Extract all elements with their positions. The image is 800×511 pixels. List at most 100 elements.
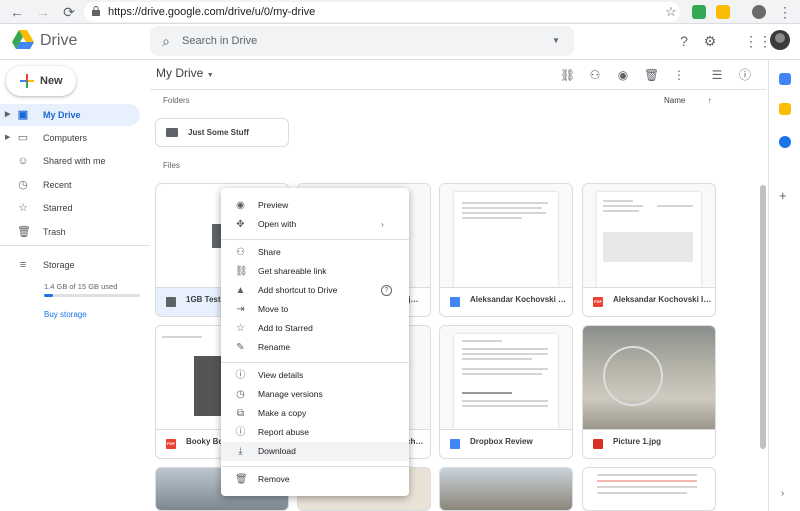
eye-icon: ◉ (236, 200, 245, 211)
divider (0, 245, 150, 246)
file-card[interactable]: Dropbox Review (439, 325, 573, 459)
keep-icon[interactable] (779, 103, 791, 115)
bookmark-star-icon[interactable]: ☆ (662, 3, 680, 21)
expand-arrow-icon[interactable]: ▶ (5, 104, 10, 126)
side-panel: + › (768, 60, 800, 511)
file-card[interactable] (439, 467, 573, 511)
menu-divider (221, 362, 409, 363)
sidebar-item-label: Shared with me (43, 156, 106, 166)
new-button-label: New (40, 75, 63, 87)
buy-storage-link[interactable]: Buy storage (44, 310, 87, 319)
sidebar-item-shared[interactable]: ☺ Shared with me (0, 150, 140, 172)
menu-item-open-with[interactable]: ✥ Open with › (221, 215, 409, 234)
menu-item-add-starred[interactable]: ☆ Add to Starred (221, 319, 409, 338)
file-thumbnail (583, 184, 715, 288)
menu-item-move-to[interactable]: ⇥ Move to (221, 300, 409, 319)
browser-menu-icon[interactable]: ⋮ (776, 3, 794, 21)
page-title-text: My Drive (156, 66, 204, 80)
avatar[interactable] (770, 30, 790, 50)
tasks-icon[interactable] (779, 136, 791, 148)
search-icon[interactable]: ⌕ (158, 33, 174, 49)
sort-by-name[interactable]: Name ↑ (664, 96, 712, 105)
sidebar-item-label: Starred (43, 203, 73, 213)
search-input[interactable]: Search in Drive (182, 26, 542, 56)
apps-grid-icon[interactable]: ⋮⋮ (744, 33, 772, 49)
file-card[interactable] (582, 467, 716, 511)
gear-icon[interactable]: ⚙ (702, 33, 718, 49)
sidebar-item-recent[interactable]: ◷ Recent (0, 174, 140, 196)
doc-preview (454, 192, 558, 287)
link-icon[interactable]: ⛓ (560, 68, 575, 82)
folder-name: Just Some Stuff (188, 128, 249, 137)
main-toolbar: My Drive ▼ ⛓ ⚇ ◉ 🗑 ⋮ ☰ ⓘ (150, 60, 766, 90)
file-card[interactable]: Aleksandar Kochovski Bio (439, 183, 573, 317)
page-title[interactable]: My Drive ▼ (156, 66, 214, 80)
sidebar-item-trash[interactable]: 🗑 Trash (0, 221, 140, 243)
eye-icon[interactable]: ◉ (616, 68, 630, 82)
chevron-right-icon[interactable]: › (781, 488, 784, 499)
menu-item-rename[interactable]: ✎ Rename (221, 338, 409, 357)
sidebar-item-starred[interactable]: ☆ Starred (0, 197, 140, 219)
sidebar-item-my-drive[interactable]: ▶ ▣ My Drive (0, 104, 140, 126)
report-icon: ⓘ (235, 427, 246, 438)
calendar-icon[interactable] (779, 73, 791, 85)
storage-icon: ≡ (19, 259, 27, 271)
menu-item-label: View details (258, 370, 304, 380)
info-icon[interactable]: ⓘ (738, 68, 752, 82)
forward-icon[interactable]: → (34, 3, 52, 21)
scrollbar[interactable] (760, 185, 766, 449)
move-arrows-icon: ✥ (236, 219, 245, 230)
storage-section[interactable]: ≡ Storage (0, 254, 140, 276)
menu-item-download[interactable]: ⤓ Download (221, 442, 409, 461)
new-button[interactable]: New (6, 66, 76, 96)
help-icon[interactable]: ? (676, 33, 692, 49)
menu-item-add-shortcut[interactable]: ▲ Add shortcut to Drive ? (221, 281, 409, 300)
storage-usage-text: 1.4 GB of 15 GB used (44, 282, 118, 291)
reload-icon[interactable]: ⟳ (60, 3, 78, 21)
back-icon[interactable]: ← (8, 3, 26, 21)
search-options-icon[interactable]: ▼ (548, 33, 564, 49)
extension-icon[interactable] (692, 5, 706, 19)
menu-item-get-link[interactable]: ⛓ Get shareable link (221, 262, 409, 281)
menu-item-manage-versions[interactable]: ◷ Manage versions (221, 385, 409, 404)
expand-arrow-icon[interactable]: ▶ (5, 127, 10, 149)
menu-item-view-details[interactable]: ⓘ View details (221, 366, 409, 385)
pencil-icon: ✎ (236, 342, 245, 353)
app-title: Drive (40, 32, 78, 49)
menu-item-report-abuse[interactable]: ⓘ Report abuse (221, 423, 409, 442)
drive-shortcut-icon: ▲ (235, 285, 246, 296)
arrow-up-icon[interactable]: ↑ (708, 96, 712, 105)
extension-icon[interactable] (716, 5, 730, 19)
trash-icon[interactable]: 🗑 (644, 68, 659, 82)
computer-icon: ▭ (17, 132, 29, 144)
menu-item-label: Move to (258, 304, 289, 314)
file-card[interactable]: PDF Aleksandar Kochovski In… (582, 183, 716, 317)
list-view-icon[interactable]: ☰ (710, 68, 724, 82)
storage-progress-fill (44, 294, 53, 297)
download-icon: ⤓ (238, 446, 243, 457)
menu-item-remove[interactable]: 🗑 Remove (221, 470, 409, 489)
image-icon (593, 439, 603, 449)
section-label-files: Files (163, 161, 180, 170)
menu-item-preview[interactable]: ◉ Preview (221, 196, 409, 215)
sidebar-item-computers[interactable]: ▶ ▭ Computers (0, 127, 140, 149)
menu-item-make-copy[interactable]: ⧉ Make a copy (221, 404, 409, 423)
search-box[interactable]: ⌕ Search in Drive ▼ (150, 26, 574, 56)
person-add-icon[interactable]: ⚇ (588, 68, 602, 82)
add-addon-icon[interactable]: + (779, 188, 787, 203)
drive-logo-icon[interactable] (12, 30, 34, 50)
menu-item-label: Rename (258, 342, 291, 352)
doc-icon (450, 439, 460, 449)
folder-card[interactable]: Just Some Stuff (155, 118, 289, 147)
info-icon: ⓘ (235, 370, 246, 381)
menu-item-share[interactable]: ⚇ Share (221, 243, 409, 262)
section-label-folders: Folders (163, 96, 190, 105)
profile-icon[interactable] (752, 5, 766, 19)
file-card[interactable]: Picture 1.jpg (582, 325, 716, 459)
doc-icon (450, 297, 460, 307)
more-vert-icon[interactable]: ⋮ (672, 68, 686, 82)
address-bar[interactable]: https://drive.google.com/drive/u/0/my-dr… (84, 2, 680, 22)
menu-item-label: Open with (258, 219, 297, 229)
plus-icon (20, 74, 34, 88)
help-icon[interactable]: ? (381, 285, 392, 296)
